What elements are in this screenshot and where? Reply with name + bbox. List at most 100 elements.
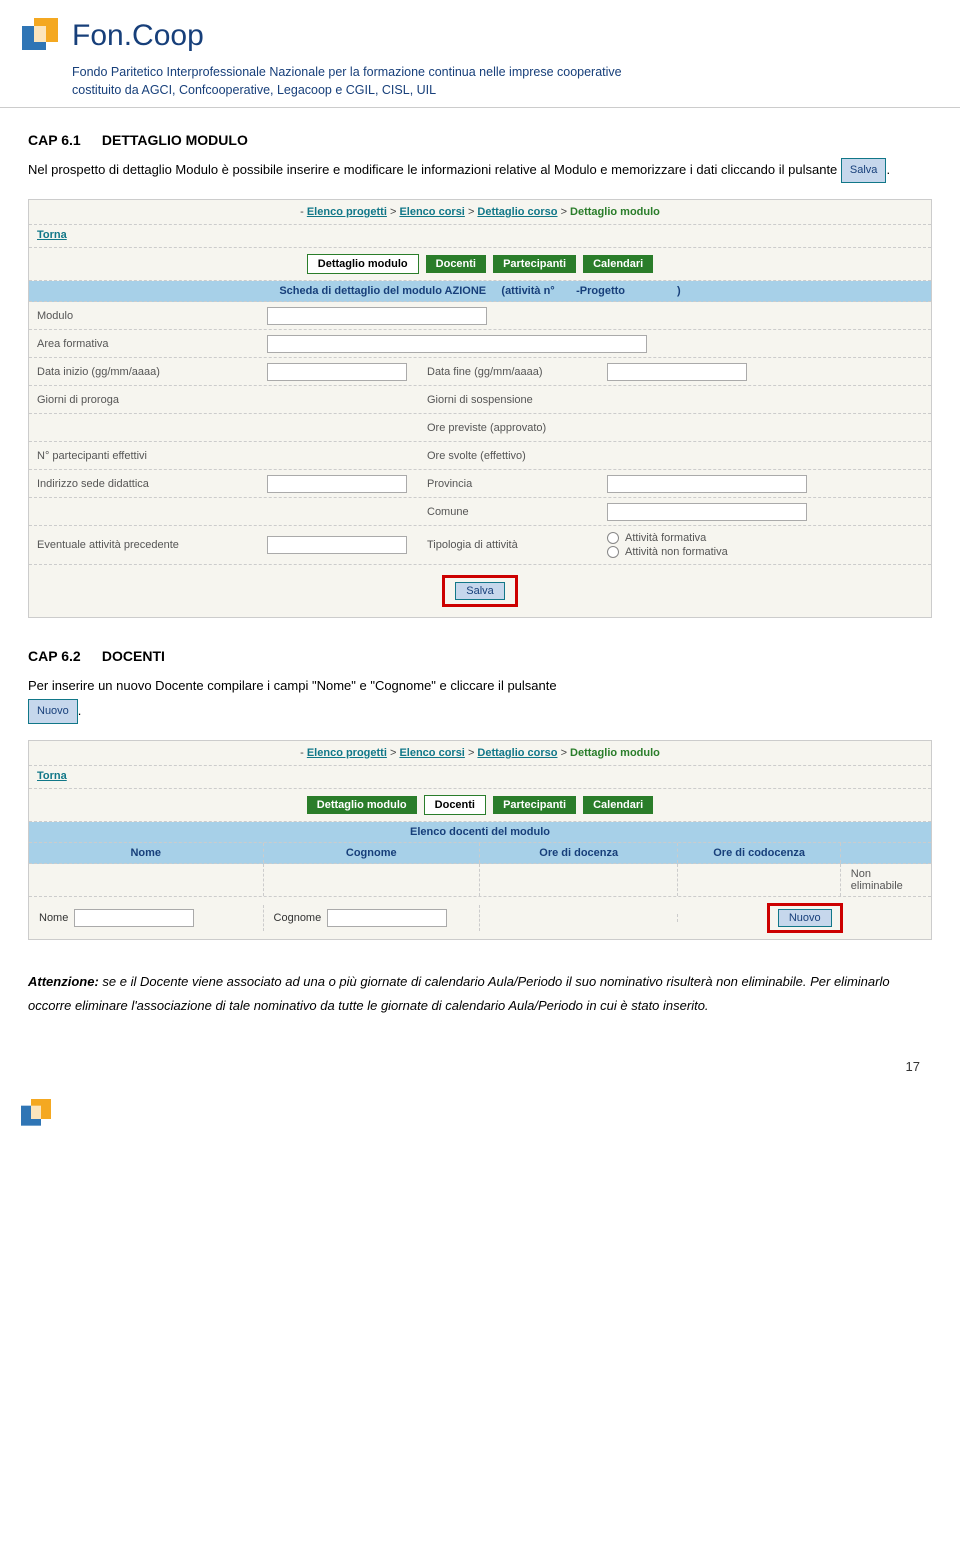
label-indirizzo: Indirizzo sede didattica bbox=[29, 470, 259, 497]
input-indirizzo[interactable] bbox=[267, 475, 407, 493]
label-giorni-sosp: Giorni di sospensione bbox=[419, 386, 599, 413]
scheda-left: Scheda di dettaglio del modulo AZIONE bbox=[279, 285, 486, 297]
cap-6-1-name: DETTAGLIO MODULO bbox=[102, 132, 248, 148]
input-modulo[interactable] bbox=[267, 307, 487, 325]
nuovo-button-inline[interactable]: Nuovo bbox=[28, 699, 78, 724]
cap-6-2-number: CAP 6.2 bbox=[28, 648, 98, 664]
bc-dettaglio-corso[interactable]: Dettaglio corso bbox=[477, 206, 557, 218]
tab-calendari[interactable]: Calendari bbox=[583, 255, 653, 273]
label-data-inizio: Data inizio (gg/mm/aaaa) bbox=[29, 358, 259, 385]
col-ore-docenza: Ore di docenza bbox=[480, 843, 678, 863]
radio-attivita-formativa[interactable]: Attività formativa bbox=[607, 532, 811, 544]
foncoop-logo-icon bbox=[16, 12, 64, 60]
dettaglio-modulo-panel: - Elenco progetti > Elenco corsi > Detta… bbox=[28, 199, 932, 618]
label-ore-svolte: Ore svolte (effettivo) bbox=[419, 442, 599, 469]
bc-elenco-corsi[interactable]: Elenco corsi bbox=[399, 206, 464, 218]
nuovo-highlight-box: Nuovo bbox=[767, 903, 843, 933]
select-comune[interactable] bbox=[607, 503, 807, 521]
label-eventuale: Eventuale attività precedente bbox=[29, 526, 259, 564]
tab-partecipanti[interactable]: Partecipanti bbox=[493, 255, 576, 273]
page-number: 17 bbox=[0, 1019, 960, 1094]
label-giorni-proroga: Giorni di proroga bbox=[29, 386, 259, 413]
page-header: Fon.Coop Fondo Paritetico Interprofessio… bbox=[0, 0, 960, 108]
label-ore-previste: Ore previste (approvato) bbox=[419, 414, 599, 441]
subtitle-line1: Fondo Paritetico Interprofessionale Nazi… bbox=[72, 64, 944, 82]
label-nome-input: Nome bbox=[39, 912, 68, 924]
torna-link[interactable]: Torna bbox=[29, 225, 931, 248]
radio-icon bbox=[607, 546, 619, 558]
col-cognome: Cognome bbox=[264, 843, 480, 863]
intro-6-2-text: Per inserire un nuovo Docente compilare … bbox=[28, 678, 557, 693]
label-comune: Comune bbox=[419, 498, 599, 525]
col-nome: Nome bbox=[29, 843, 264, 863]
breadcrumb-2: - Elenco progetti > Elenco corsi > Detta… bbox=[29, 741, 931, 766]
select-area-formativa[interactable] bbox=[267, 335, 647, 353]
salva-button[interactable]: Salva bbox=[455, 582, 505, 600]
nuovo-button[interactable]: Nuovo bbox=[778, 909, 832, 927]
attention-label: Attenzione: bbox=[28, 974, 99, 989]
bc2-elenco-corsi[interactable]: Elenco corsi bbox=[399, 747, 464, 759]
bc2-dettaglio-corso[interactable]: Dettaglio corso bbox=[477, 747, 557, 759]
cap-6-1-title: CAP 6.1 DETTAGLIO MODULO bbox=[28, 132, 932, 148]
label-provincia: Provincia bbox=[419, 470, 599, 497]
bc-current: Dettaglio modulo bbox=[570, 206, 660, 218]
bc-sep3: > bbox=[561, 206, 570, 218]
header-subtitle: Fondo Paritetico Interprofessionale Nazi… bbox=[72, 64, 944, 99]
bc2-current: Dettaglio modulo bbox=[570, 747, 660, 759]
label-cognome-input: Cognome bbox=[274, 912, 322, 924]
label-area: Area formativa bbox=[29, 330, 259, 357]
input-data-inizio[interactable] bbox=[267, 363, 407, 381]
tab2-partecipanti[interactable]: Partecipanti bbox=[493, 796, 576, 814]
bc-prefix: - bbox=[300, 206, 307, 218]
non-eliminabile: Non eliminabile bbox=[841, 864, 931, 896]
label-tipologia: Tipologia di attività bbox=[419, 526, 599, 564]
breadcrumb: - Elenco progetti > Elenco corsi > Detta… bbox=[29, 200, 931, 225]
select-provincia[interactable] bbox=[607, 475, 807, 493]
logo-text: Fon.Coop bbox=[72, 19, 204, 53]
bc-sep2: > bbox=[468, 206, 477, 218]
docenti-table-header: Nome Cognome Ore di docenza Ore di codoc… bbox=[29, 843, 931, 864]
tab-dettaglio-modulo[interactable]: Dettaglio modulo bbox=[307, 254, 419, 274]
attention-text: se e il Docente viene associato ad una o… bbox=[28, 974, 890, 1014]
intro-6-1-after: . bbox=[886, 162, 890, 177]
bc2-prefix: - bbox=[300, 747, 307, 759]
intro-6-1-text: Nel prospetto di dettaglio Modulo è poss… bbox=[28, 162, 841, 177]
scheda-header: Scheda di dettaglio del modulo AZIONE (a… bbox=[29, 281, 931, 302]
tab-docenti[interactable]: Docenti bbox=[426, 255, 486, 273]
bc2-elenco-progetti[interactable]: Elenco progetti bbox=[307, 747, 387, 759]
attention-paragraph: Attenzione: se e il Docente viene associ… bbox=[28, 970, 932, 1019]
input-nome[interactable] bbox=[74, 909, 194, 927]
col-ore-codocenza: Ore di codocenza bbox=[678, 843, 840, 863]
tab2-docenti[interactable]: Docenti bbox=[424, 795, 486, 815]
cap-6-2-name: DOCENTI bbox=[102, 648, 165, 664]
cap-6-2-title: CAP 6.2 DOCENTI bbox=[28, 648, 932, 664]
label-n-partecipanti: N° partecipanti effettivi bbox=[29, 442, 259, 469]
radio-icon bbox=[607, 532, 619, 544]
radio-attivita-non-formativa[interactable]: Attività non formativa bbox=[607, 546, 811, 558]
docenti-table-row: Non eliminabile bbox=[29, 864, 931, 897]
radio1-label: Attività formativa bbox=[625, 532, 706, 544]
input-eventuale[interactable] bbox=[267, 536, 407, 554]
label-modulo: Modulo bbox=[29, 302, 259, 329]
tabs-2: Dettaglio modulo Docenti Partecipanti Ca… bbox=[29, 789, 931, 822]
torna-link-2[interactable]: Torna bbox=[29, 766, 931, 789]
tabs: Dettaglio modulo Docenti Partecipanti Ca… bbox=[29, 248, 931, 281]
tab2-dettaglio-modulo[interactable]: Dettaglio modulo bbox=[307, 796, 417, 814]
label-data-fine: Data fine (gg/mm/aaaa) bbox=[419, 358, 599, 385]
salva-button-inline[interactable]: Salva bbox=[841, 158, 887, 183]
bc-elenco-progetti[interactable]: Elenco progetti bbox=[307, 206, 387, 218]
footer-logo-icon bbox=[0, 1094, 960, 1147]
bc2-sep3: > bbox=[561, 747, 570, 759]
elenco-docenti-header: Elenco docenti del modulo bbox=[29, 822, 931, 843]
cap-6-1-number: CAP 6.1 bbox=[28, 132, 98, 148]
docenti-panel: - Elenco progetti > Elenco corsi > Detta… bbox=[28, 740, 932, 940]
bc2-sep2: > bbox=[468, 747, 477, 759]
tab2-calendari[interactable]: Calendari bbox=[583, 796, 653, 814]
salva-highlight-box: Salva bbox=[442, 575, 518, 607]
col-empty bbox=[841, 843, 931, 863]
subtitle-line2: costituito da AGCI, Confcooperative, Leg… bbox=[72, 82, 944, 100]
scheda-mid: (attività n° bbox=[501, 285, 554, 297]
scheda-right: -Progetto bbox=[576, 285, 625, 297]
input-cognome[interactable] bbox=[327, 909, 447, 927]
input-data-fine[interactable] bbox=[607, 363, 747, 381]
